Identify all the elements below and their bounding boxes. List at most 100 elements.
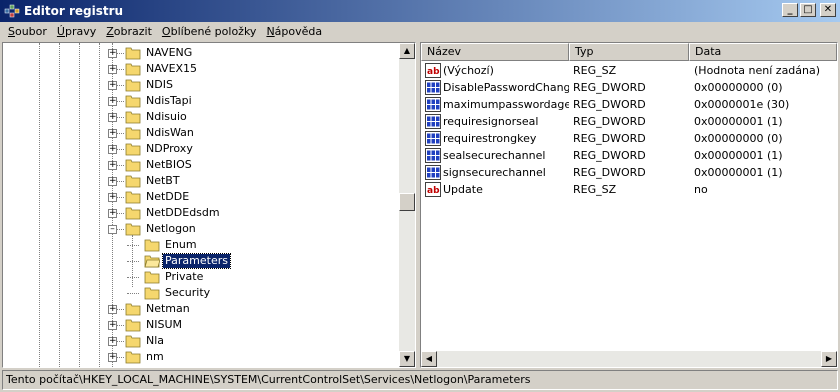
expand-icon[interactable]: + xyxy=(108,161,117,170)
collapse-icon[interactable]: – xyxy=(108,225,117,234)
tree-node[interactable]: + NDProxy xyxy=(3,141,398,157)
expand-icon[interactable]: + xyxy=(108,305,117,314)
tree-node-label: NAVENG xyxy=(146,46,193,59)
value-type: REG_DWORD xyxy=(573,81,646,94)
folder-icon xyxy=(144,239,160,252)
binary-value-icon xyxy=(425,114,441,129)
menu-oblibene-polozky[interactable]: Oblíbené položky xyxy=(158,22,263,42)
expand-icon[interactable]: + xyxy=(108,337,117,346)
folder-icon xyxy=(125,175,141,188)
tree-node[interactable]: Private xyxy=(3,269,398,285)
value-row[interactable]: requiresignorseal REG_DWORD 0x00000001 (1) xyxy=(421,113,837,130)
folder-icon xyxy=(125,207,141,220)
registry-tree-pane[interactable]: + NAVENG + NAVEX15 + NDIS + NdisTapi + Ndisuio + Nd… xyxy=(2,42,416,368)
expand-icon[interactable]: + xyxy=(108,49,117,58)
value-type: REG_DWORD xyxy=(573,149,646,162)
tree-node[interactable]: + NAVENG xyxy=(3,45,398,61)
menu-bar: Soubor Úpravy Zobrazit Oblíbené položky … xyxy=(0,22,840,42)
tree-node[interactable]: + NAVEX15 xyxy=(3,61,398,77)
value-data: 0x00000000 (0) xyxy=(694,132,783,145)
tree-node[interactable]: Security xyxy=(3,285,398,301)
expand-icon[interactable]: + xyxy=(108,81,117,90)
scroll-right-button[interactable]: ▶ xyxy=(821,351,837,367)
value-name: (Výchozí) xyxy=(443,64,494,77)
values-horizontal-scrollbar[interactable]: ◀ ▶ xyxy=(421,351,837,367)
expand-icon[interactable]: + xyxy=(108,65,117,74)
tree-node-label: Private xyxy=(165,270,204,283)
folder-icon xyxy=(144,287,160,300)
expand-icon[interactable]: + xyxy=(108,97,117,106)
minimize-button[interactable]: _ xyxy=(782,3,798,17)
expand-icon[interactable]: + xyxy=(108,129,117,138)
scroll-up-button[interactable]: ▲ xyxy=(399,43,415,59)
menu-upravy[interactable]: Úpravy xyxy=(53,22,102,42)
registry-tree: + NAVENG + NAVEX15 + NDIS + NdisTapi + Ndisuio + Nd… xyxy=(3,43,398,367)
value-row[interactable]: maximumpasswordage REG_DWORD 0x0000001e (3… xyxy=(421,96,837,113)
tree-node[interactable]: + NetDDE xyxy=(3,189,398,205)
expand-icon[interactable]: + xyxy=(108,177,117,186)
value-row[interactable]: signsecurechannel REG_DWORD 0x00000001 (1) xyxy=(421,164,837,181)
tree-node[interactable]: + NetBIOS xyxy=(3,157,398,173)
string-value-icon: ab xyxy=(425,182,441,197)
folder-icon xyxy=(125,303,141,316)
tree-connector xyxy=(127,293,139,294)
registry-values-pane[interactable]: Název Typ Data ab (Výchozí) REG_SZ (Hodnota… xyxy=(420,42,838,368)
expand-icon[interactable]: + xyxy=(108,145,117,154)
tree-vertical-scrollbar[interactable]: ▲ ▼ xyxy=(399,43,415,367)
value-row[interactable]: requirestrongkey REG_DWORD 0x00000000 (0) xyxy=(421,130,837,147)
value-type: REG_DWORD xyxy=(573,98,646,111)
tree-node[interactable]: Parameters xyxy=(3,253,398,269)
tree-node[interactable]: – Netlogon xyxy=(3,221,398,237)
tree-node-label: NetDDEdsdm xyxy=(146,206,220,219)
scroll-left-button[interactable]: ◀ xyxy=(421,351,437,367)
tree-node-label: NDIS xyxy=(146,78,173,91)
tree-connector xyxy=(127,261,139,262)
value-data: 0x00000001 (1) xyxy=(694,115,783,128)
menu-napoveda[interactable]: Nápověda xyxy=(262,22,328,42)
tree-node[interactable]: + nm xyxy=(3,349,398,365)
folder-icon xyxy=(125,111,141,124)
tree-node[interactable]: + NISUM xyxy=(3,317,398,333)
value-row[interactable]: ab (Výchozí) REG_SZ (Hodnota není zadána) xyxy=(421,62,837,79)
tree-connector xyxy=(127,245,139,246)
tree-node[interactable]: + NDIS xyxy=(3,77,398,93)
tree-node-label: NetBT xyxy=(146,174,180,187)
expand-icon[interactable]: + xyxy=(108,321,117,330)
tree-node-label: nm xyxy=(146,350,164,363)
maximize-button[interactable]: □ xyxy=(800,3,816,17)
close-button[interactable]: ✕ xyxy=(820,3,836,17)
column-header-type[interactable]: Typ xyxy=(569,43,689,61)
tree-node[interactable]: + NdisTapi xyxy=(3,93,398,109)
value-row[interactable]: sealsecurechannel REG_DWORD 0x00000001 (1) xyxy=(421,147,837,164)
title-bar[interactable]: Editor registru _ □ ✕ xyxy=(0,0,840,22)
expand-icon[interactable]: + xyxy=(108,113,117,122)
menu-zobrazit[interactable]: Zobrazit xyxy=(102,22,158,42)
tree-node[interactable]: + Ndisuio xyxy=(3,109,398,125)
tree-node[interactable]: + Nla xyxy=(3,333,398,349)
expand-icon[interactable]: + xyxy=(108,209,117,218)
tree-node[interactable]: + NetBT xyxy=(3,173,398,189)
scroll-down-button[interactable]: ▼ xyxy=(399,351,415,367)
tree-node-label: NdisTapi xyxy=(146,94,192,107)
tree-node[interactable]: + NetDDEdsdm xyxy=(3,205,398,221)
tree-node[interactable]: + NdisWan xyxy=(3,125,398,141)
folder-icon xyxy=(125,335,141,348)
expand-icon[interactable]: + xyxy=(108,353,117,362)
tree-node-label: Ndisuio xyxy=(146,110,187,123)
tree-node[interactable]: + Netman xyxy=(3,301,398,317)
value-name: sealsecurechannel xyxy=(443,149,546,162)
column-header-data[interactable]: Data xyxy=(689,43,837,61)
folder-icon xyxy=(144,271,160,284)
expand-icon[interactable]: + xyxy=(108,193,117,202)
value-row[interactable]: DisablePasswordChange REG_DWORD 0x00000000… xyxy=(421,79,837,96)
column-header-name[interactable]: Název xyxy=(421,43,569,61)
value-name: DisablePasswordChange xyxy=(443,81,569,94)
folder-icon xyxy=(125,47,141,60)
scroll-thumb[interactable] xyxy=(399,193,415,211)
value-row[interactable]: ab Update REG_SZ no xyxy=(421,181,837,198)
value-type: REG_DWORD xyxy=(573,166,646,179)
value-type: REG_DWORD xyxy=(573,115,646,128)
svg-text:ab: ab xyxy=(427,186,440,196)
tree-node[interactable]: Enum xyxy=(3,237,398,253)
menu-soubor[interactable]: Soubor xyxy=(4,22,53,42)
